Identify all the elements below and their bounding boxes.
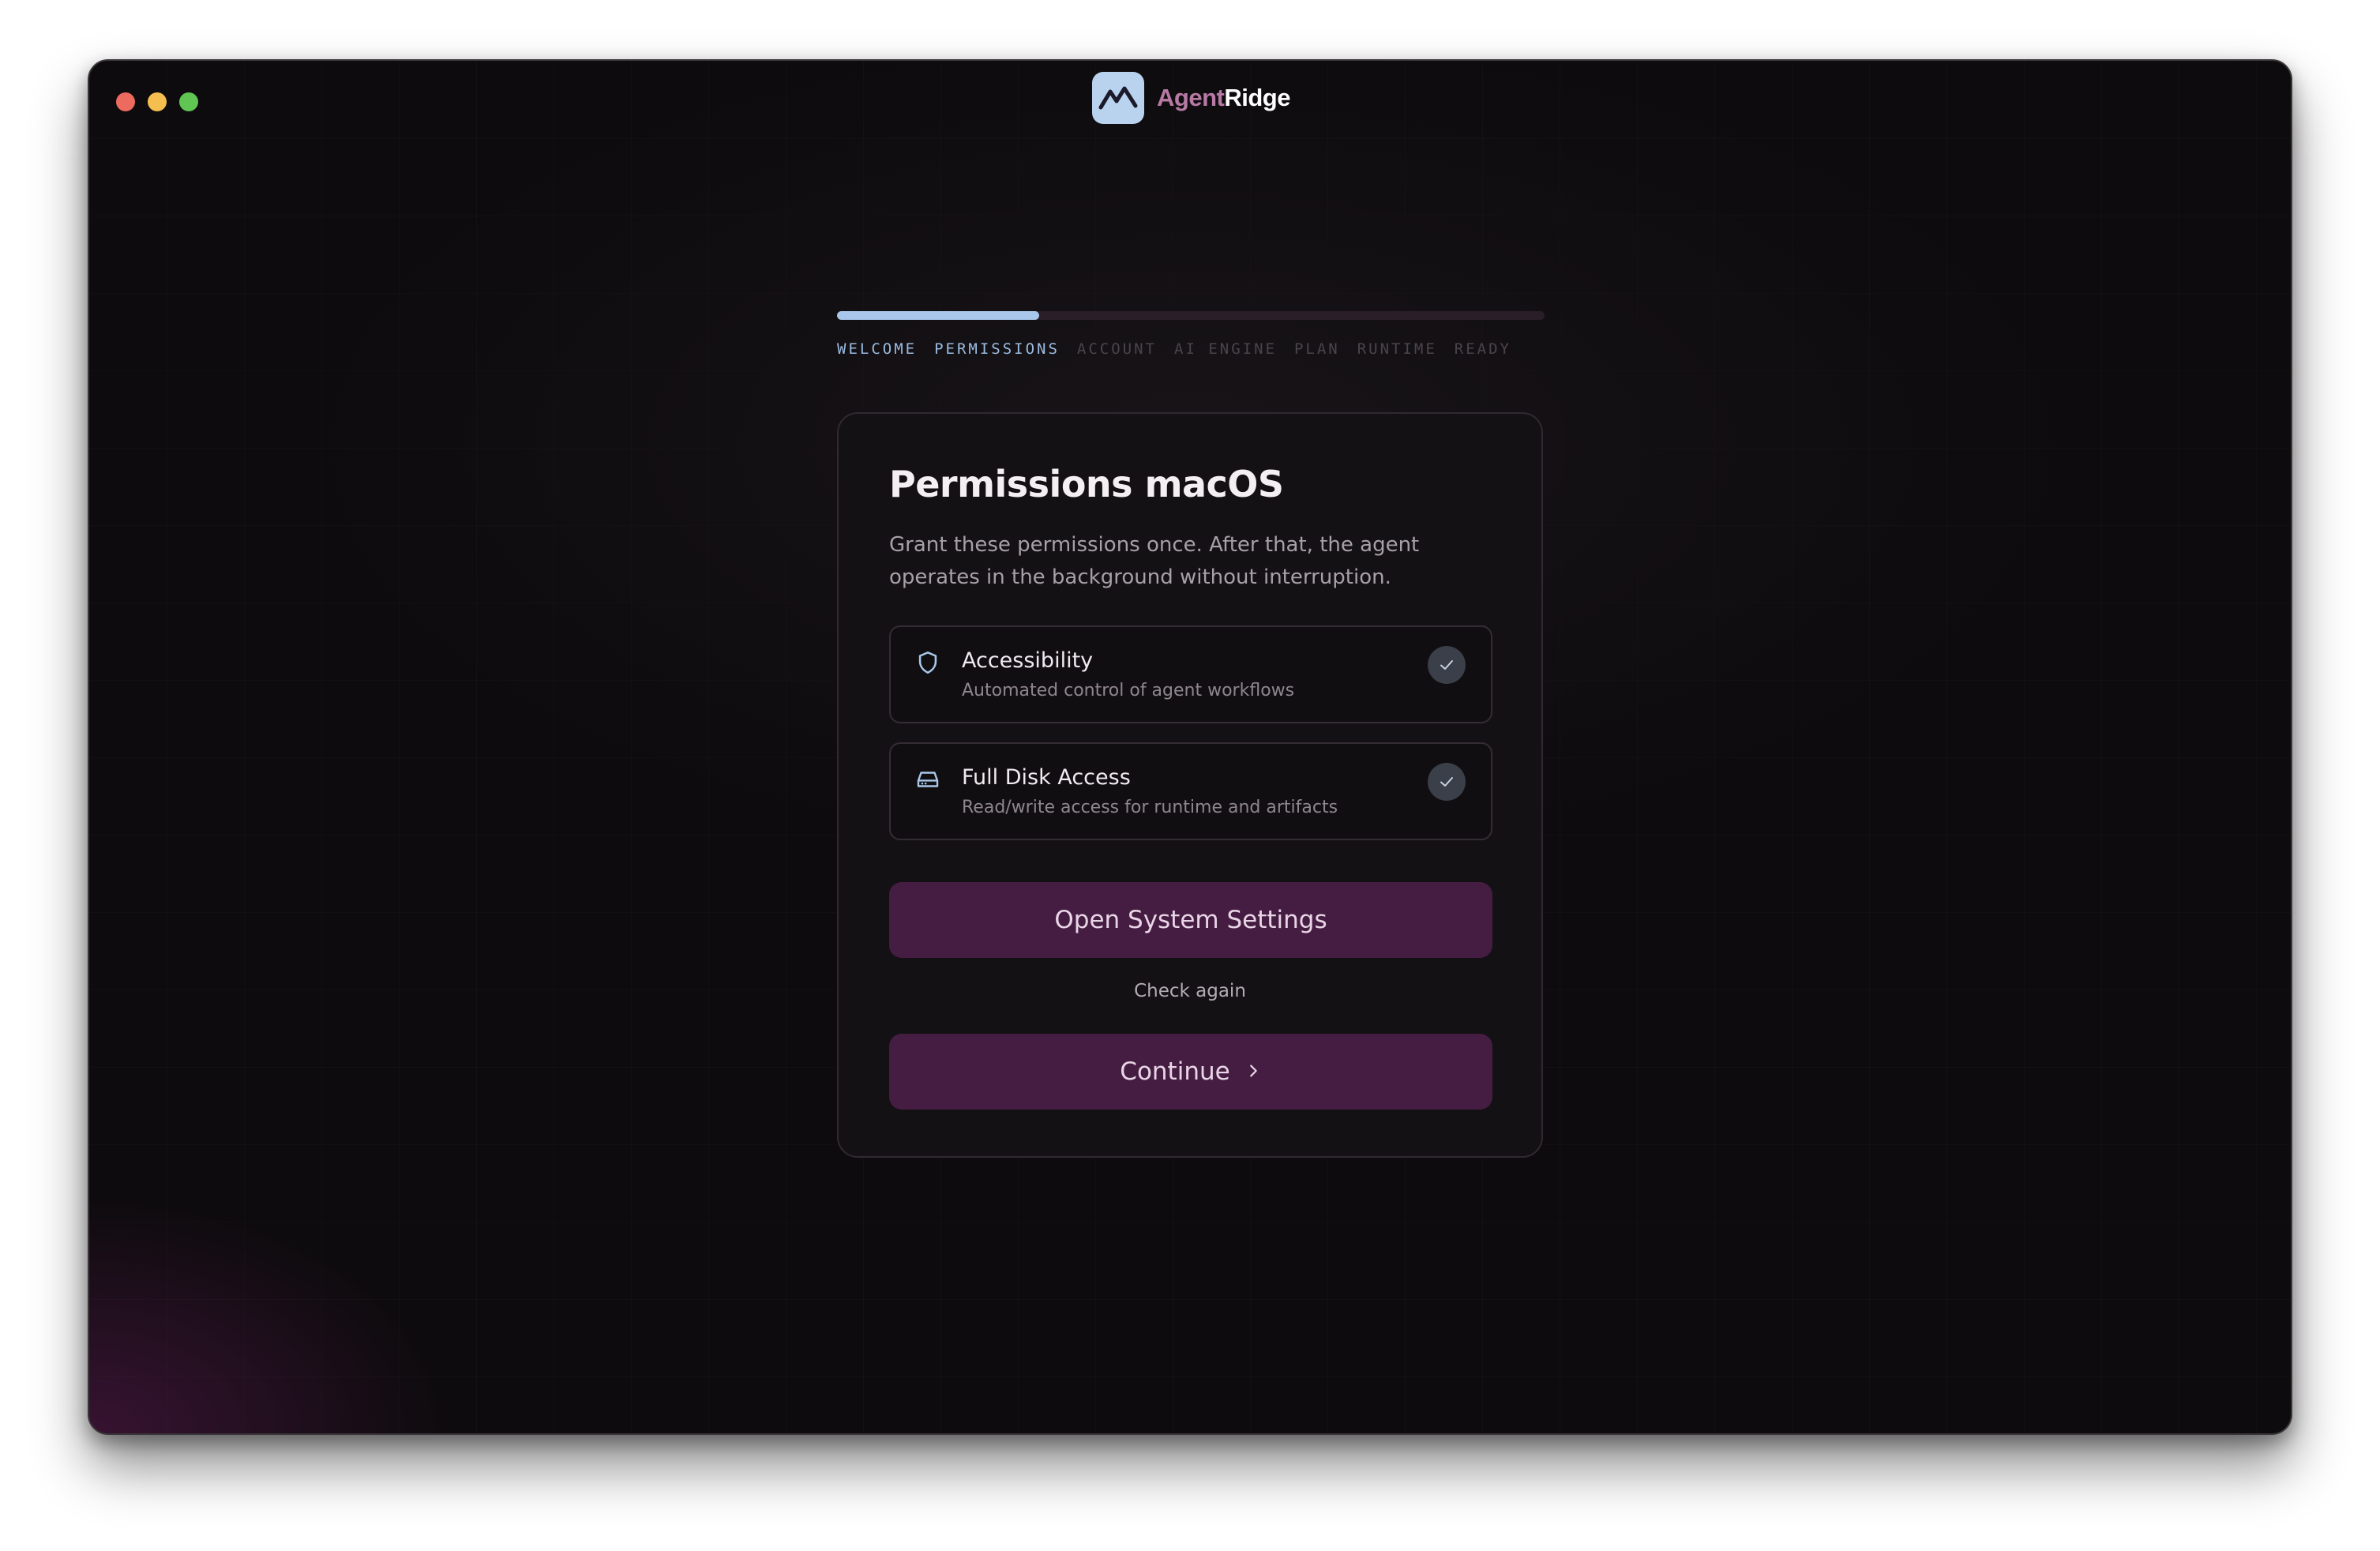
- granted-check-icon: [1428, 763, 1466, 801]
- brand-name-part2: Ridge: [1224, 84, 1290, 111]
- step-welcome: WELCOME: [837, 340, 918, 358]
- close-window-button[interactable]: [116, 92, 135, 111]
- step-account: ACCOUNT: [1076, 340, 1157, 358]
- minimize-window-button[interactable]: [148, 92, 167, 111]
- open-system-settings-button[interactable]: Open System Settings: [889, 882, 1492, 958]
- permission-full-disk-access[interactable]: Full Disk Access Read/write access for r…: [889, 742, 1492, 840]
- disk-icon: [914, 766, 941, 793]
- chevron-right-icon: [1244, 1057, 1262, 1086]
- step-runtime: RUNTIME: [1357, 340, 1437, 358]
- open-system-settings-label: Open System Settings: [1054, 906, 1327, 934]
- onboarding-progress-bar: [837, 311, 1545, 320]
- permission-accessibility[interactable]: Accessibility Automated control of agent…: [889, 625, 1492, 723]
- permission-subtitle: Automated control of agent workflows: [962, 681, 1295, 700]
- step-ready: READY: [1454, 340, 1511, 358]
- app-window: AgentRidge WELCOME PERMISSIONS ACCOUNT A…: [88, 59, 2292, 1435]
- step-plan: PLAN: [1293, 340, 1340, 358]
- progress-fill: [837, 311, 1039, 320]
- continue-label: Continue: [1120, 1057, 1230, 1086]
- permission-title: Accessibility: [962, 648, 1094, 673]
- brand-name-part1: Agent: [1157, 84, 1225, 111]
- shield-icon: [914, 649, 941, 676]
- page-description: Grant these permissions once. After that…: [889, 533, 1420, 589]
- step-ai-engine: AI ENGINE: [1174, 340, 1277, 358]
- permission-title: Full Disk Access: [962, 765, 1131, 790]
- onboarding-steps: WELCOME PERMISSIONS ACCOUNT AI ENGINE PL…: [837, 340, 1529, 358]
- brand: AgentRidge: [1092, 72, 1290, 124]
- mountain-icon: [1092, 72, 1144, 124]
- continue-button[interactable]: Continue: [889, 1034, 1492, 1110]
- granted-check-icon: [1428, 646, 1466, 684]
- zoom-window-button[interactable]: [179, 92, 198, 111]
- check-again-link[interactable]: Check again: [839, 981, 1541, 1001]
- step-permissions: PERMISSIONS: [934, 340, 1060, 358]
- permission-subtitle: Read/write access for runtime and artifa…: [962, 798, 1338, 817]
- brand-name: AgentRidge: [1157, 84, 1290, 112]
- permissions-card: Permissions macOS Grant these permission…: [837, 412, 1543, 1158]
- page-title: Permissions macOS: [889, 463, 1284, 505]
- traffic-lights: [116, 92, 198, 111]
